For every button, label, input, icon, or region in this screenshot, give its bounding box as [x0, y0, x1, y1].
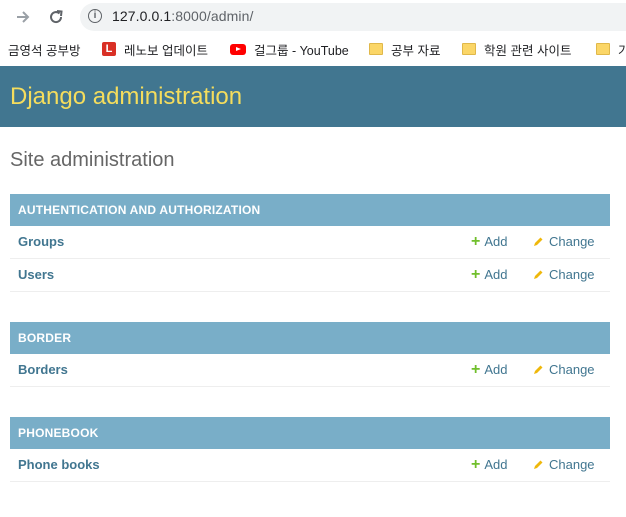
bookmark-item[interactable]: 학원 관련 사이트 [462, 40, 571, 58]
change-link[interactable]: Change [532, 234, 595, 249]
change-label: Change [549, 457, 595, 472]
bookmark-item[interactable]: L 레노보 업데이트 [102, 40, 208, 58]
model-link-users[interactable]: Users [18, 267, 54, 282]
folder-icon [596, 43, 610, 55]
bookmark-label: 금영석 공부방 [8, 43, 81, 58]
add-link[interactable]: + Add [471, 456, 508, 473]
site-header: Django administration [0, 66, 626, 127]
add-label: Add [484, 362, 508, 377]
table-row: Borders + Add Change [10, 354, 610, 387]
plus-icon: + [471, 233, 481, 250]
bookmark-item[interactable]: 공부 자료 [369, 40, 440, 58]
change-label: Change [549, 267, 595, 282]
folder-icon [462, 43, 476, 55]
add-link[interactable]: + Add [471, 233, 508, 250]
url-text[interactable]: 127.0.0.1:8000/admin/ [112, 8, 253, 24]
plus-icon: + [471, 361, 481, 378]
bookmark-item[interactable]: 기 [596, 40, 626, 58]
change-label: Change [549, 234, 595, 249]
bookmark-item[interactable]: 금영석 공부방 [8, 40, 80, 58]
plus-icon: + [471, 456, 481, 473]
bookmark-label: 기 [618, 43, 626, 58]
module-caption[interactable]: BORDER [10, 322, 610, 354]
module-caption[interactable]: PHONEBOOK [10, 417, 610, 449]
app-module-phonebook: PHONEBOOK Phone books + Add Change [10, 417, 610, 482]
app-module-border: BORDER Borders + Add Change [10, 322, 610, 387]
model-link-borders[interactable]: Borders [18, 362, 68, 377]
bookmark-label: 걸그룹 - YouTube [254, 43, 349, 58]
model-link-groups[interactable]: Groups [18, 234, 64, 249]
bookmarks-bar: 금영석 공부방 L 레노보 업데이트 걸그룹 - YouTube 공부 자료 학… [0, 34, 626, 64]
site-info-icon[interactable]: i [88, 9, 102, 23]
table-row: Users + Add Change [10, 259, 610, 292]
bookmark-label: 공부 자료 [391, 43, 441, 58]
plus-icon: + [471, 266, 481, 283]
change-link[interactable]: Change [532, 457, 595, 472]
reload-icon[interactable] [45, 6, 67, 28]
add-label: Add [484, 234, 508, 249]
browser-toolbar: i 127.0.0.1:8000/admin/ [0, 0, 626, 34]
add-label: Add [484, 267, 508, 282]
forward-arrow-icon[interactable] [12, 6, 34, 28]
change-link[interactable]: Change [532, 362, 595, 377]
add-link[interactable]: + Add [471, 266, 508, 283]
add-label: Add [484, 457, 508, 472]
pencil-icon [534, 460, 543, 469]
folder-icon [369, 43, 383, 55]
pencil-icon [534, 365, 543, 374]
module-caption[interactable]: AUTHENTICATION AND AUTHORIZATION [10, 194, 610, 226]
bookmark-label: 레노보 업데이트 [124, 43, 208, 58]
model-link-phone-books[interactable]: Phone books [18, 457, 100, 472]
change-link[interactable]: Change [532, 267, 595, 282]
table-row: Groups + Add Change [10, 226, 610, 259]
lenovo-icon: L [102, 42, 116, 56]
bookmark-item[interactable]: 걸그룹 - YouTube [230, 40, 349, 58]
youtube-icon [230, 43, 246, 55]
table-row: Phone books + Add Change [10, 449, 610, 482]
bookmark-label: 학원 관련 사이트 [484, 43, 572, 58]
site-title[interactable]: Django administration [10, 83, 242, 111]
change-label: Change [549, 362, 595, 377]
address-bar[interactable]: i 127.0.0.1:8000/admin/ [80, 3, 626, 31]
add-link[interactable]: + Add [471, 361, 508, 378]
pencil-icon [534, 270, 543, 279]
page-title: Site administration [10, 149, 175, 171]
app-module-auth: AUTHENTICATION AND AUTHORIZATION Groups … [10, 194, 610, 292]
pencil-icon [534, 237, 543, 246]
